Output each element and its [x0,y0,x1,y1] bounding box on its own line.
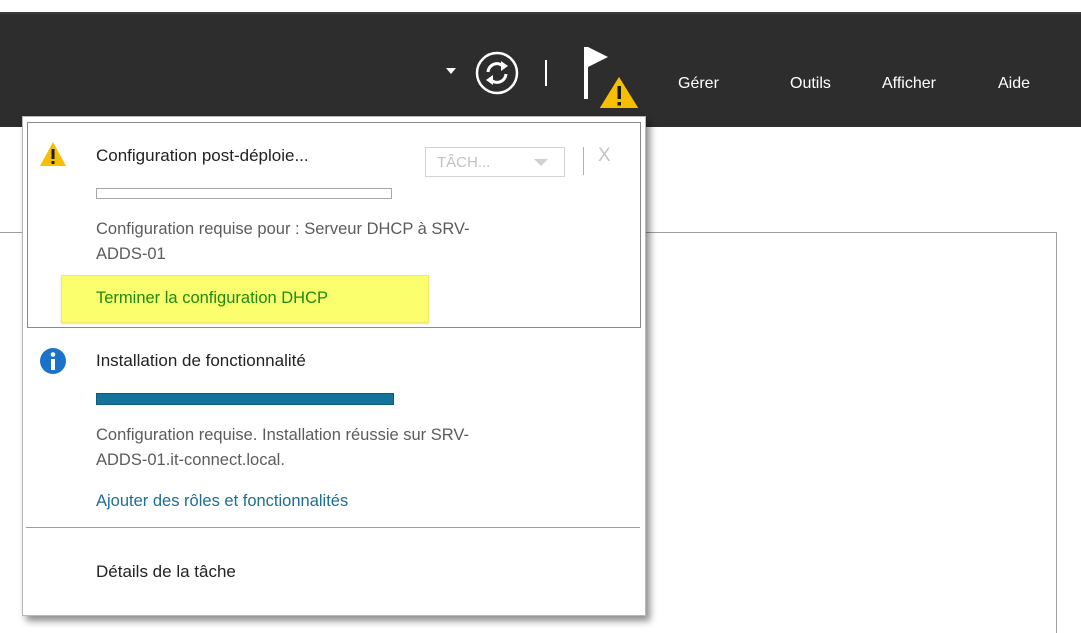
divider [26,527,640,528]
chevron-down-icon [534,159,548,166]
task-details-link[interactable]: Détails de la tâche [96,562,236,582]
separator [583,147,584,175]
refresh-icon[interactable] [474,50,520,96]
background-panel-border [1056,232,1057,633]
notification-title: Configuration post-déploie... [96,146,309,165]
finish-dhcp-config-link[interactable]: Terminer la configuration DHCP [96,289,328,308]
progress-bar [96,393,394,405]
close-button[interactable]: X [598,145,611,167]
menu-aide[interactable]: Aide [998,74,1030,94]
notification-title: Installation de fonctionnalité [96,351,306,370]
notification-flag-icon[interactable] [582,45,642,111]
notification-description: Configuration requise pour : Serveur DHC… [96,220,470,238]
toolbar-edge [0,12,1081,14]
menu-gerer[interactable]: Gérer [678,74,719,94]
notification-description: ADDS-01 [96,245,166,263]
menu-outils[interactable]: Outils [790,74,831,94]
warning-icon [40,142,66,166]
server-manager-toolbar: Gérer Outils Afficher Aide [0,12,1081,127]
notification-description: Configuration requise. Installation réus… [96,426,469,444]
task-dropdown-label: TÂCH... [437,154,491,171]
notifications-popup: Configuration post-déploie... TÂCH... X … [22,116,646,616]
progress-bar [96,188,392,199]
dropdown-arrow-icon[interactable] [446,68,456,74]
menu-afficher[interactable]: Afficher [882,74,936,94]
info-icon [40,348,66,374]
warning-icon [596,73,642,110]
task-dropdown[interactable]: TÂCH... [425,147,565,177]
toolbar-separator [545,60,547,86]
title-strip [0,0,1081,12]
progress-bar-fill [97,394,393,404]
add-roles-features-link[interactable]: Ajouter des rôles et fonctionnalités [96,492,348,511]
notification-description: ADDS-01.it-connect.local. [96,451,285,469]
